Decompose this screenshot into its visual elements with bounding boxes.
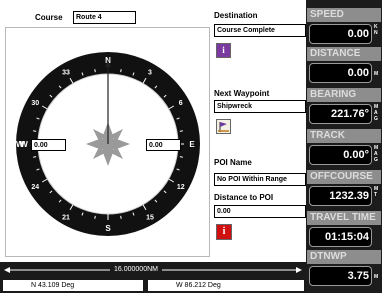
bearing-label: BEARING	[307, 88, 381, 102]
compass-tick	[179, 156, 183, 158]
track-unit: M A G	[374, 145, 379, 163]
compass-tick	[33, 130, 37, 132]
waypoint-flag-icon	[218, 122, 229, 132]
scale-label: 16.000000NM	[110, 265, 162, 275]
destination-label: Destination	[214, 11, 258, 20]
compass-mark-12: 12	[177, 184, 185, 191]
scale-left-arrow-icon	[4, 267, 10, 273]
distance-label: DISTANCE	[307, 47, 381, 61]
dtnwp-unit: M	[374, 274, 379, 280]
position-bar: 16.000000NM N 43.109 Deg W 86.212 Deg	[0, 262, 306, 293]
waypoint-button[interactable]	[216, 119, 231, 134]
compass-tick	[94, 69, 96, 73]
poi-name-label: POI Name	[214, 158, 252, 167]
course-field[interactable]: Route 4	[73, 11, 136, 24]
poi-alert-button[interactable]: i	[216, 224, 232, 240]
compass-tick	[179, 130, 183, 132]
track-label: TRACK	[307, 129, 381, 143]
offcourse-label: OFFCOURSE	[307, 170, 381, 184]
bearing-value: 221.76°	[309, 104, 372, 124]
next-waypoint-label: Next Waypoint	[214, 89, 270, 98]
compass-right-field[interactable]: 0.00	[146, 139, 181, 151]
compass-mark-30: 30	[31, 100, 39, 107]
scale-right-arrow-icon	[296, 267, 302, 273]
speed-label: SPEED	[307, 8, 381, 22]
info-icon: i	[222, 45, 225, 55]
compass-tick	[120, 69, 122, 73]
bearing-unit: M A G	[374, 104, 379, 122]
latitude-readout: N 43.109 Deg	[3, 280, 143, 291]
distance-to-poi-label: Distance to POI	[214, 193, 274, 202]
compass-mark-6: 6	[179, 100, 183, 107]
travel-time-value: 01:15:04	[309, 227, 372, 247]
next-waypoint-field[interactable]: Shipwreck	[214, 100, 306, 113]
poi-name-field[interactable]: No POI Within Range	[214, 173, 306, 186]
compass-w-letter: W	[16, 140, 24, 149]
alert-info-icon: i	[222, 226, 226, 237]
compass-mark-e: E	[189, 140, 195, 149]
destination-info-button[interactable]: i	[216, 43, 231, 58]
compass-tick	[120, 215, 122, 219]
destination-field[interactable]: Course Complete	[214, 24, 306, 37]
compass-mark-24: 24	[31, 184, 39, 191]
compass-mark-s: S	[105, 224, 111, 233]
track-value: 0.00°	[309, 145, 372, 165]
compass-panel: N36E1215S2124W3033 W 0.00 0.00	[5, 27, 210, 257]
speed-value: 0.00	[309, 24, 372, 44]
compass-mark-33: 33	[62, 69, 70, 76]
distance-unit: M	[374, 71, 379, 77]
compass-mark-21: 21	[62, 215, 70, 222]
distance-to-poi-field[interactable]: 0.00	[214, 205, 306, 218]
dtnwp-value: 3.75	[309, 266, 372, 286]
compass-mark-15: 15	[146, 215, 154, 222]
travel-time-label: TRAVEL TIME	[307, 211, 381, 225]
dtnwp-label: DTNWP	[307, 250, 381, 264]
compass-mark-3: 3	[148, 69, 152, 76]
compass-tick	[33, 156, 37, 158]
offcourse-value: 1232.39	[309, 186, 372, 206]
compass-tick	[94, 215, 96, 219]
compass-left-field[interactable]: 0.00	[31, 139, 66, 151]
longitude-readout: W 86.212 Deg	[148, 280, 304, 291]
course-label: Course	[35, 13, 63, 22]
offcourse-unit: M T	[374, 186, 379, 198]
gauge-column: SPEED 0.00 K N DISTANCE 0.00 M BEARING 2…	[306, 0, 382, 293]
distance-value: 0.00	[309, 63, 372, 83]
speed-unit: K N	[374, 24, 378, 36]
